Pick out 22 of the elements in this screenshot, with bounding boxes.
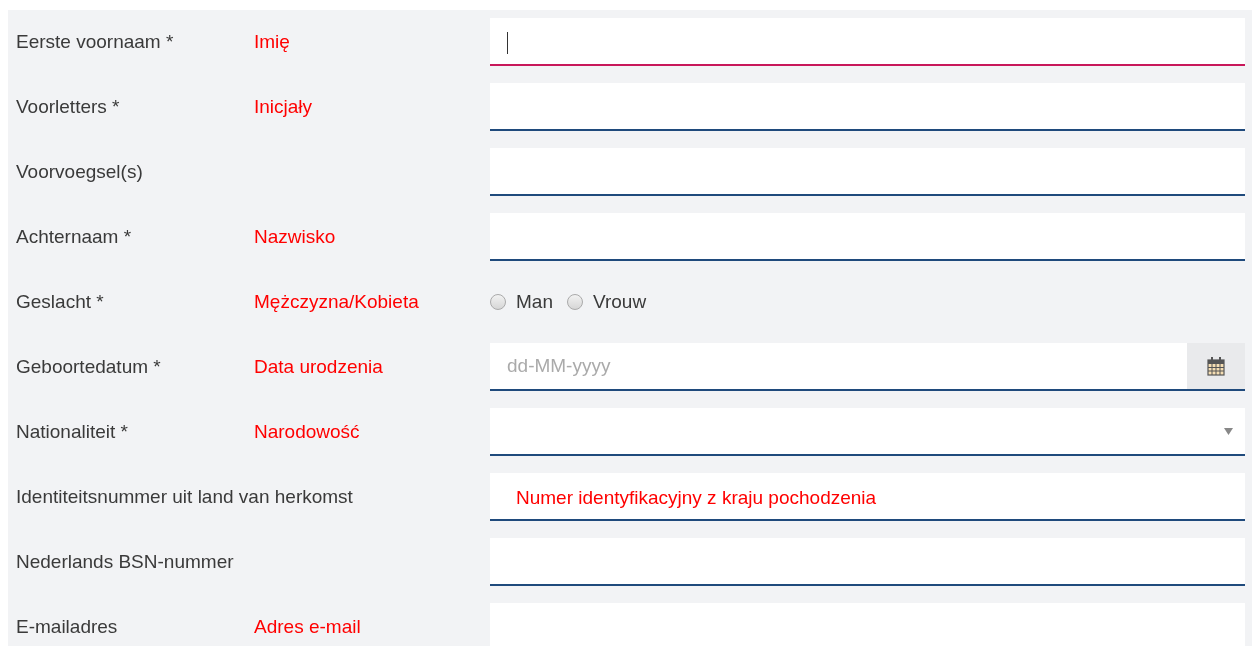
field-label: Voorletters * — [16, 94, 120, 119]
option-label: Vrouw — [592, 289, 647, 314]
annotation-text: Numer identyfikacyjny z kraju pochodzenia — [516, 486, 877, 510]
option-label: Man — [516, 289, 553, 314]
field-label: Nederlands BSN-nummer — [16, 549, 234, 574]
annotation-text: Nazwisko — [254, 224, 336, 249]
annotation-text: Adres e-mail — [254, 614, 361, 639]
annotation-text: Mężczyzna/Kobieta — [254, 289, 419, 314]
input-field[interactable]: Numer identyfikacyjny z kraju pochodzenia — [490, 473, 1245, 521]
field-label: Eerste voornaam * — [16, 29, 174, 54]
field-label: Voorvoegsel(s) — [16, 159, 143, 184]
field-label: Achternaam * — [16, 224, 132, 249]
annotation-text: Inicjały — [254, 94, 313, 119]
field-label: Geboortedatum * — [16, 354, 161, 379]
annotation-text: Data urodzenia — [254, 354, 383, 379]
annotation-text: Narodowość — [254, 419, 360, 444]
field-label: E-mailadres — [16, 614, 118, 639]
date-field[interactable]: dd-MM-yyyy — [490, 343, 1187, 391]
annotation-text: Imię — [254, 29, 290, 54]
field-label: Geslacht * — [16, 289, 104, 314]
field-label: Identiteitsnummer uit land van herkomst — [16, 484, 353, 509]
field-label: Nationaliteit * — [16, 419, 128, 444]
